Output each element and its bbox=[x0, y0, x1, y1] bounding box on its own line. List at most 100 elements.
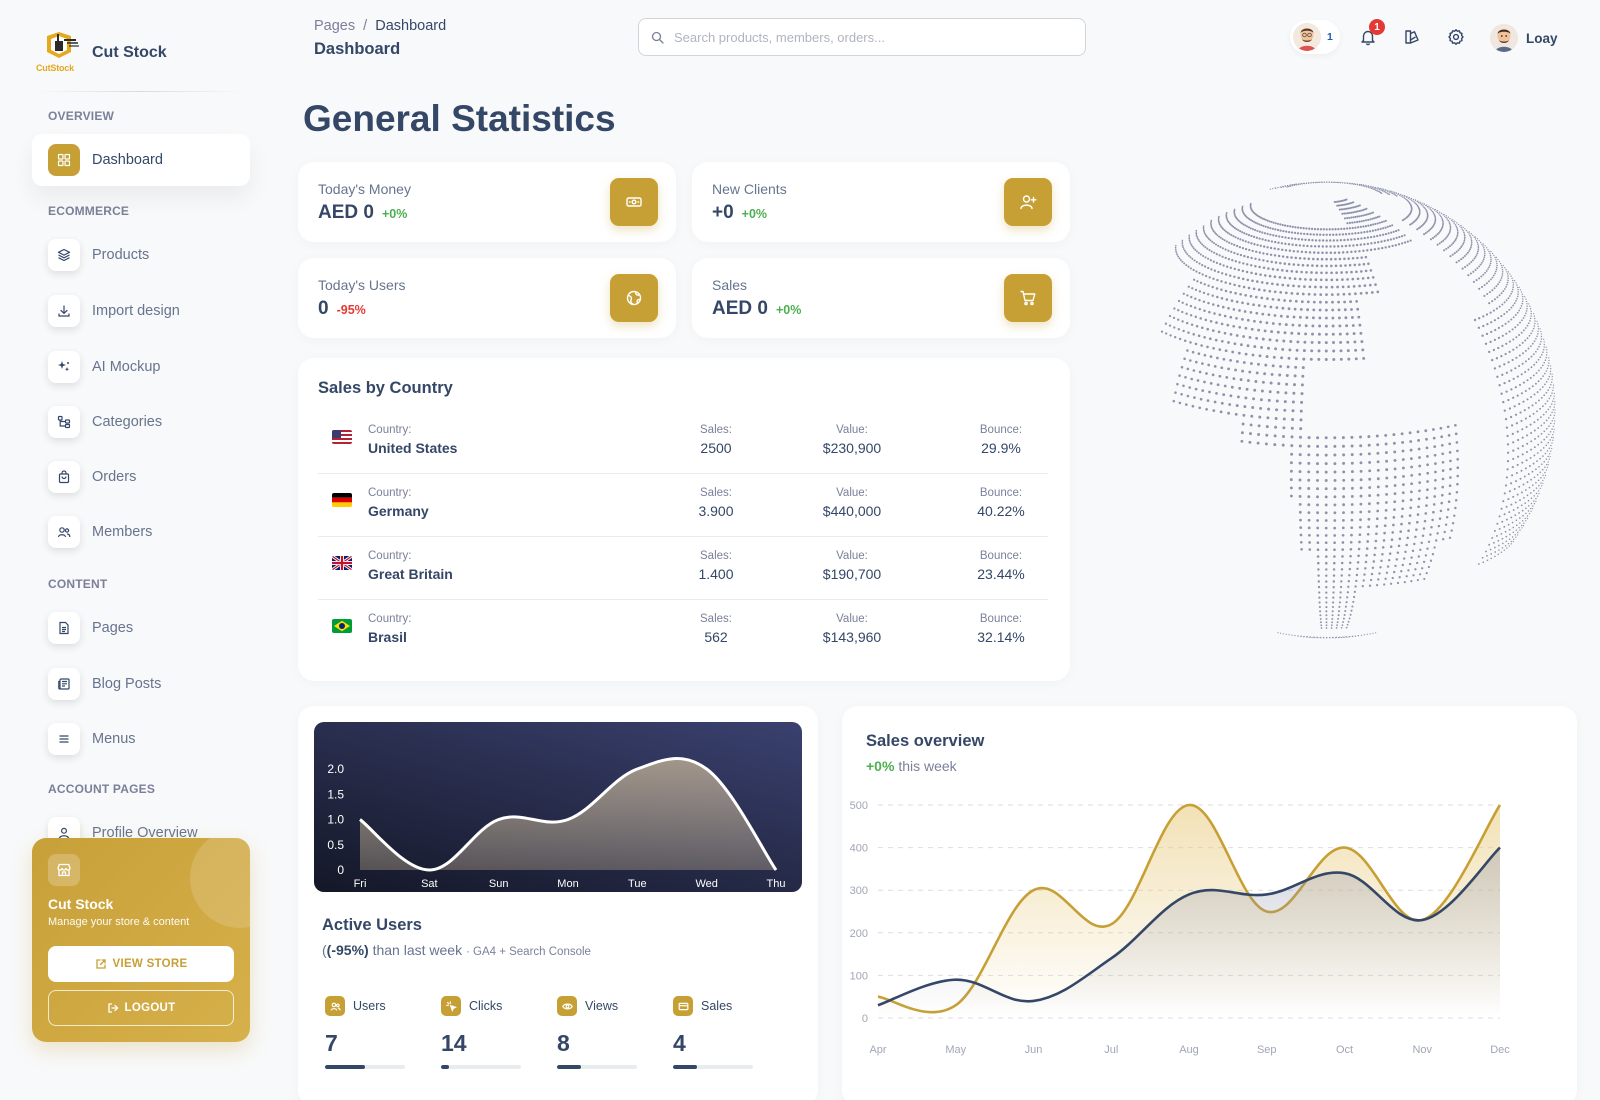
globe-dot bbox=[1524, 296, 1526, 298]
sidebar-item-pages[interactable]: Pages bbox=[32, 602, 250, 654]
x-tick-label: Nov bbox=[1412, 1044, 1432, 1056]
sidebar-item-members[interactable]: Members bbox=[32, 506, 250, 558]
globe-dot bbox=[1340, 568, 1344, 571]
globe-dot bbox=[1393, 467, 1397, 471]
globe-dot bbox=[1548, 359, 1550, 362]
globe-dot bbox=[1540, 377, 1542, 380]
brand[interactable]: CutStock Cut Stock bbox=[34, 30, 167, 76]
globe-dot bbox=[1335, 627, 1338, 629]
globe-dot bbox=[1334, 257, 1337, 261]
globe-dot bbox=[1540, 482, 1542, 484]
search-bar[interactable] bbox=[638, 18, 1086, 56]
sidebar-item-ai-mockup[interactable]: AI Mockup bbox=[32, 341, 250, 393]
sidebar-item-orders[interactable]: Orders bbox=[32, 451, 250, 503]
globe-dot bbox=[1536, 452, 1539, 454]
globe-dot bbox=[1356, 220, 1359, 224]
notifications-button[interactable]: 1 bbox=[1355, 19, 1385, 50]
sidebar-item-products[interactable]: Products bbox=[32, 229, 250, 281]
globe-dot bbox=[1301, 263, 1305, 267]
globe-dot bbox=[1271, 297, 1275, 301]
globe-dot bbox=[1401, 440, 1405, 444]
sidebar-item-blog-posts[interactable]: Blog Posts bbox=[32, 658, 250, 710]
breadcrumb-root[interactable]: Pages bbox=[314, 18, 355, 34]
globe-dot bbox=[1494, 546, 1496, 549]
globe-dot bbox=[1462, 230, 1464, 232]
globe-dot bbox=[1368, 584, 1372, 587]
globe-dot bbox=[1186, 349, 1189, 352]
globe-dot bbox=[1528, 465, 1531, 467]
globe-dot bbox=[1342, 292, 1346, 296]
globe-dot bbox=[1316, 495, 1319, 499]
globe-dot bbox=[1423, 206, 1425, 208]
sidebar-item-categories[interactable]: Categories bbox=[32, 396, 250, 448]
theme-button[interactable] bbox=[1399, 24, 1425, 50]
globe-dot bbox=[1345, 636, 1347, 638]
globe-dot bbox=[1513, 538, 1515, 540]
globe-dot bbox=[1291, 225, 1294, 229]
globe-dot bbox=[1439, 426, 1443, 430]
globe-dot bbox=[1363, 243, 1366, 246]
table-row[interactable]: Country: Germany Sales: 3.900 Value: $44… bbox=[318, 475, 1048, 537]
globe-dot bbox=[1238, 245, 1242, 249]
globe-dot bbox=[1232, 308, 1236, 311]
globe-dot bbox=[1542, 468, 1544, 471]
globe-dot bbox=[1218, 235, 1221, 238]
globe-dot bbox=[1370, 572, 1374, 576]
online-count: 1 bbox=[1327, 31, 1333, 43]
globe-dot bbox=[1466, 264, 1469, 267]
globe-dot bbox=[1516, 493, 1519, 496]
globe-dot bbox=[1508, 538, 1511, 540]
y-tick-label: 2.0 bbox=[327, 762, 344, 776]
sidebar-item-import-design[interactable]: Import design bbox=[32, 285, 250, 337]
globe-dot bbox=[1543, 343, 1545, 346]
globe-dot bbox=[1330, 181, 1333, 183]
globe-dot bbox=[1320, 624, 1323, 627]
globe-dot bbox=[1491, 536, 1494, 539]
globe-dot bbox=[1526, 307, 1528, 310]
globe-dot bbox=[1221, 247, 1224, 250]
globe-dot bbox=[1317, 341, 1321, 344]
globe-dot bbox=[1280, 186, 1283, 189]
sidebar-item-menus[interactable]: Menus bbox=[32, 713, 250, 765]
globe-dot bbox=[1300, 300, 1304, 304]
table-row[interactable]: Country: Brasil Sales: 562 Value: $143,9… bbox=[318, 601, 1048, 663]
sidebar-item-dashboard[interactable]: Dashboard bbox=[32, 134, 250, 186]
user-menu[interactable]: Loay bbox=[1490, 23, 1558, 53]
globe-dot bbox=[1379, 227, 1382, 230]
globe-dot bbox=[1282, 633, 1285, 635]
globe-dot bbox=[1279, 364, 1283, 368]
globe-dot bbox=[1329, 257, 1333, 261]
globe-dot bbox=[1360, 214, 1363, 217]
globe-dot bbox=[1312, 300, 1316, 304]
online-users-pill[interactable]: 1 bbox=[1290, 20, 1340, 54]
globe-dot bbox=[1483, 247, 1485, 249]
globe-dot bbox=[1390, 538, 1394, 541]
globe-dot bbox=[1283, 299, 1286, 302]
globe-dot bbox=[1370, 187, 1373, 190]
globe-dot bbox=[1418, 456, 1421, 459]
globe-dot bbox=[1316, 436, 1320, 440]
globe-dot bbox=[1412, 574, 1415, 577]
table-row[interactable]: Country: United States Sales: 2500 Value… bbox=[318, 412, 1048, 474]
globe-dot bbox=[1332, 239, 1335, 242]
globe-dot bbox=[1343, 614, 1346, 616]
globe-dot bbox=[1527, 510, 1530, 512]
globe-dot bbox=[1540, 441, 1543, 444]
globe-dot bbox=[1486, 322, 1489, 326]
view-store-button[interactable]: VIEW STORE bbox=[48, 946, 234, 982]
globe-dot bbox=[1339, 340, 1343, 344]
globe-dot bbox=[1324, 548, 1328, 552]
logout-button[interactable]: LOGOUT bbox=[48, 990, 234, 1026]
globe-dot bbox=[1328, 181, 1330, 183]
globe-dot bbox=[1330, 293, 1334, 296]
globe-dot bbox=[1339, 239, 1343, 242]
search-input[interactable] bbox=[674, 29, 1074, 45]
globe-dot bbox=[1219, 236, 1222, 239]
globe-dot bbox=[1307, 257, 1311, 261]
globe-dot bbox=[1553, 428, 1555, 430]
globe-dot bbox=[1467, 231, 1469, 233]
settings-button[interactable] bbox=[1443, 24, 1469, 50]
globe-dot bbox=[1479, 263, 1482, 266]
table-row[interactable]: Country: Great Britain Sales: 1.400 Valu… bbox=[318, 538, 1048, 600]
globe-dot bbox=[1196, 280, 1199, 283]
